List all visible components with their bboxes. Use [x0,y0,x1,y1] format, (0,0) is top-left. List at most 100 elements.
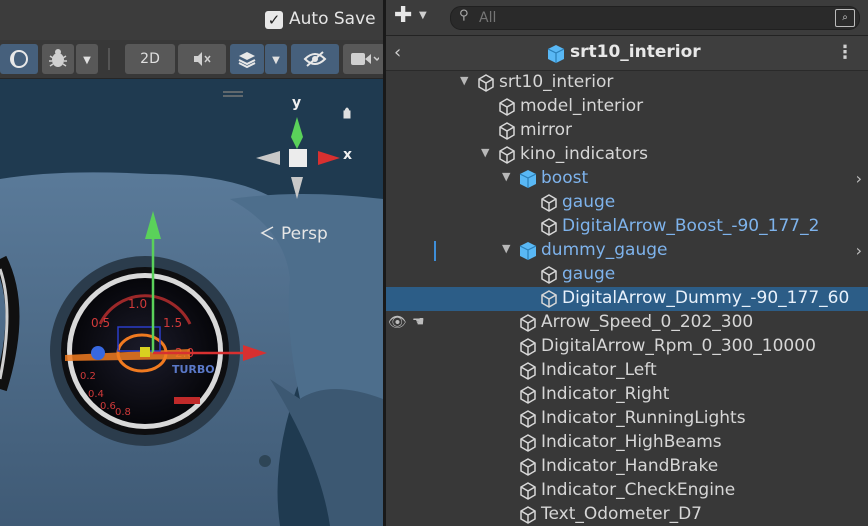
cube-icon [520,506,536,524]
foldout-arrow-icon[interactable]: ▼ [502,242,510,255]
prefab-cube-icon [519,170,537,188]
search-input[interactable] [479,9,819,27]
gauge-brand-text: TURBO [172,363,215,376]
open-prefab-chevron-icon[interactable]: › [856,241,862,260]
cube-icon [499,122,515,140]
hierarchy-row-label: Indicator_HighBeams [541,432,722,452]
gauge-tick-label: 0.2 [80,371,96,382]
hierarchy-row-label: DigitalArrow_Boost_-90_177_2 [562,216,820,236]
hierarchy-row[interactable]: Indicator_HighBeams [386,431,868,455]
hierarchy-row[interactable]: model_interior [386,95,868,119]
hierarchy-row[interactable]: DigitalArrow_Dummy_-90_177_60 [386,287,868,311]
cube-icon [520,362,536,380]
hierarchy-row[interactable]: Indicator_Right [386,383,868,407]
scene-view-panel: ✓ Auto Save ▼ 2D ▼ 1.0 0.5 1.5 0.2 0.4 0… [0,0,383,526]
effects-dropdown-button[interactable]: ▼ [265,44,287,74]
hierarchy-row[interactable]: mirror [386,119,868,143]
chevron-down-icon: ▼ [272,55,280,66]
gizmo-x-label: x [343,147,352,163]
hierarchy-row[interactable]: gauge [386,191,868,215]
hierarchy-row-label: dummy_gauge [541,240,668,260]
hierarchy-row[interactable]: 👁 ☚ Arrow_Speed_0_202_300 [386,311,868,335]
cube-icon [499,146,515,164]
hierarchy-row-label: boost [541,168,589,188]
chevron-down-icon: ▼ [83,55,91,66]
override-marker [434,241,436,261]
debug-draw-button[interactable] [42,44,74,74]
hierarchy-row[interactable]: Indicator_HandBrake [386,455,868,479]
cube-icon [541,218,557,236]
hierarchy-row-label: mirror [520,120,572,140]
scene-render: 1.0 0.5 1.5 2.0 0.2 0.4 0.6 0.8 TURBO [0,79,383,526]
foldout-arrow-icon[interactable]: ▼ [460,74,468,87]
search-icon: ⚲ [459,8,469,23]
gauge-tick-label: 0.6 [100,401,116,412]
hierarchy-row[interactable]: gauge [386,263,868,287]
shading-icon [10,50,28,68]
back-button[interactable]: ‹ [394,42,401,63]
gauge-tick-label: 0.4 [88,389,104,400]
mode-2d-button[interactable]: 2D [125,44,175,74]
foldout-arrow-icon[interactable]: ▼ [481,146,489,159]
foldout-arrow-icon[interactable]: ▼ [502,170,510,183]
hierarchy-row-label: Indicator_HandBrake [541,456,719,476]
hierarchy-row[interactable]: ▼ dummy_gauge › [386,239,868,263]
gauge-tick-label: 1.5 [163,316,182,330]
hierarchy-row[interactable]: ▼ boost › [386,167,868,191]
visibility-eye-icon[interactable]: 👁 [388,313,407,331]
persp-label: Persp [281,224,328,244]
hierarchy-row[interactable]: Indicator_CheckEngine [386,479,868,503]
prefab-cube-icon [547,45,565,63]
hierarchy-row-label: Indicator_RunningLights [541,408,746,428]
cube-icon [541,194,557,212]
hierarchy-row-label: kino_indicators [520,144,648,164]
scene-viewport[interactable]: 1.0 0.5 1.5 2.0 0.2 0.4 0.6 0.8 TURBO [0,79,383,526]
prefab-cube-icon [519,242,537,260]
hierarchy-row[interactable]: Indicator_Left [386,359,868,383]
gauge-tick-label: 0.5 [91,316,110,330]
autosave-checkbox[interactable]: ✓ [265,11,283,29]
prefab-mode-bar: ✓ Auto Save [0,0,383,40]
open-prefab-chevron-icon[interactable]: › [856,169,862,188]
hierarchy-row-label: gauge [562,192,616,212]
hierarchy-search: ⚲ ⌕ [450,6,860,30]
search-filter-icon[interactable]: ⌕ [835,9,855,27]
hierarchy-row[interactable]: DigitalArrow_Rpm_0_300_10000 [386,335,868,359]
more-options-icon[interactable]: ⋮ [836,42,854,63]
cube-icon [520,482,536,500]
gauge-tick-label: 1.0 [128,297,147,311]
hierarchy-row[interactable]: ▼ kino_indicators [386,143,868,167]
hidden-eye-icon [303,51,327,67]
cube-icon [520,410,536,428]
debug-dropdown-button[interactable]: ▼ [76,44,98,74]
hierarchy-row[interactable]: Text_Odometer_D7 [386,503,868,526]
camera-button[interactable] [343,44,383,74]
hierarchy-row-label: srt10_interior [499,72,614,92]
cube-icon [520,386,536,404]
cube-icon [541,290,557,308]
hierarchy-row-label: DigitalArrow_Dummy_-90_177_60 [562,288,850,308]
audio-toggle-button[interactable] [178,44,226,74]
cube-icon [478,74,494,92]
hierarchy-row-label: Indicator_Left [541,360,657,380]
hierarchy-row[interactable]: ▼ srt10_interior [386,71,868,95]
layers-icon [238,52,256,69]
effects-button[interactable] [230,44,264,74]
hierarchy-row[interactable]: Indicator_RunningLights [386,407,868,431]
mute-icon [194,52,211,66]
bug-icon [49,49,67,67]
hierarchy-row[interactable]: DigitalArrow_Boost_-90_177_2 [386,215,868,239]
camera-icon [351,53,381,65]
gizmo-y-label: y [292,95,301,111]
scene-visibility-button[interactable] [291,44,339,74]
cube-icon [541,266,557,284]
pickable-hand-icon[interactable]: ☚ [412,314,425,330]
cube-icon [520,458,536,476]
cube-icon [499,98,515,116]
hierarchy-row-label: Indicator_Right [541,384,670,404]
cube-icon [520,338,536,356]
toolbar-separator [108,48,110,70]
add-object-button[interactable]: ✚ [394,3,412,28]
draw-mode-button[interactable] [0,44,38,74]
chevron-down-icon[interactable]: ▼ [419,10,427,21]
